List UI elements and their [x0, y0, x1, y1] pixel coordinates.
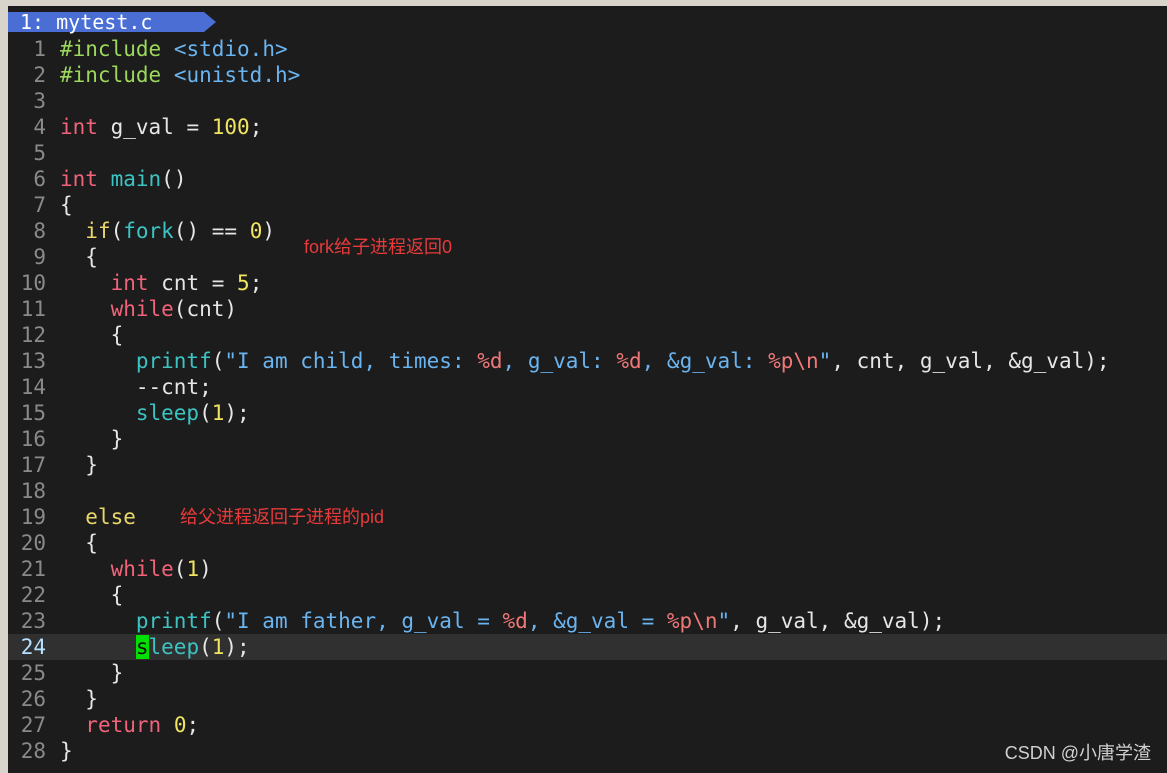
line-number: 22	[20, 583, 46, 607]
line-number: 1	[33, 37, 46, 61]
code-line[interactable]: 13 printf("I am child, times: %d, g_val:…	[8, 348, 1167, 374]
code-text[interactable]: while(1)	[60, 557, 212, 581]
text-cursor: s	[135, 635, 149, 659]
line-number: 28	[20, 739, 46, 763]
annotation-fork-parent: 给父进程返回子进程的pid	[180, 507, 385, 527]
code-text[interactable]: }	[60, 427, 124, 451]
code-line[interactable]: 6 int main()	[8, 166, 1167, 192]
code-text[interactable]: }	[60, 687, 98, 711]
code-line[interactable]: 26 }	[8, 686, 1167, 712]
line-number: 13	[20, 349, 46, 373]
code-line[interactable]: 22 {	[8, 582, 1167, 608]
line-number: 21	[20, 557, 46, 581]
code-line[interactable]: 25 }	[8, 660, 1167, 686]
code-line[interactable]: 9 {	[8, 244, 1167, 270]
code-line[interactable]: 17 }	[8, 452, 1167, 478]
code-text[interactable]: sleep(1);	[60, 635, 250, 659]
line-number: 16	[20, 427, 46, 451]
line-number: 11	[20, 297, 46, 321]
code-text[interactable]: else	[60, 505, 136, 529]
code-text[interactable]: {	[60, 323, 124, 347]
code-line[interactable]: 3	[8, 88, 1167, 114]
line-number: 20	[20, 531, 46, 555]
code-line[interactable]: 27 return 0;	[8, 712, 1167, 738]
code-line[interactable]: 24 sleep(1);	[8, 634, 1167, 660]
code-line[interactable]: 10 int cnt = 5;	[8, 270, 1167, 296]
line-number: 6	[33, 167, 46, 191]
line-number: 18	[20, 479, 46, 503]
code-text[interactable]: #include <unistd.h>	[60, 63, 300, 87]
code-text[interactable]: }	[60, 739, 73, 763]
code-text[interactable]: {	[60, 193, 73, 217]
line-number: 9	[33, 245, 46, 269]
code-line[interactable]: 1 #include <stdio.h>	[8, 36, 1167, 62]
code-text[interactable]: sleep(1);	[60, 401, 250, 425]
line-number: 7	[33, 193, 46, 217]
code-line[interactable]: 5	[8, 140, 1167, 166]
code-line[interactable]: 21 while(1)	[8, 556, 1167, 582]
tabline-fill	[218, 12, 1167, 32]
line-number: 12	[20, 323, 46, 347]
code-text[interactable]: #include <stdio.h>	[60, 37, 288, 61]
code-text[interactable]: if(fork() == 0)	[60, 219, 275, 243]
code-line[interactable]: 11 while(cnt)	[8, 296, 1167, 322]
code-line[interactable]: 15 sleep(1);	[8, 400, 1167, 426]
code-text[interactable]: {	[60, 583, 124, 607]
line-number: 19	[20, 505, 46, 529]
code-text[interactable]: int cnt = 5;	[60, 271, 263, 295]
line-number: 14	[20, 375, 46, 399]
code-line[interactable]: 7{	[8, 192, 1167, 218]
code-line[interactable]: 16 }	[8, 426, 1167, 452]
annotation-fork-child: fork给子进程返回0	[304, 237, 453, 257]
code-text[interactable]: printf("I am child, times: %d, g_val: %d…	[60, 349, 1110, 373]
line-number: 15	[20, 401, 46, 425]
code-text[interactable]: {	[60, 245, 98, 269]
code-line[interactable]: 8 if(fork() == 0)	[8, 218, 1167, 244]
code-text[interactable]: int g_val = 100;	[60, 115, 262, 139]
line-number: 10	[20, 271, 46, 295]
code-text[interactable]: }	[60, 661, 124, 685]
line-number: 4	[33, 115, 46, 139]
line-number: 23	[20, 609, 46, 633]
code-line[interactable]: 28}	[8, 738, 1167, 764]
tab-arrow-icon	[204, 12, 216, 32]
code-text[interactable]: int main()	[60, 167, 186, 191]
tabline: 1: mytest.c	[8, 6, 1167, 32]
line-number: 3	[33, 89, 46, 113]
code-line[interactable]: 2 #include <unistd.h>	[8, 62, 1167, 88]
code-line[interactable]: 18	[8, 478, 1167, 504]
code-text[interactable]: while(cnt)	[60, 297, 237, 321]
code-line[interactable]: 12 {	[8, 322, 1167, 348]
code-text[interactable]: }	[60, 453, 98, 477]
code-line[interactable]: 4 int g_val = 100;	[8, 114, 1167, 140]
tab-mytest-c[interactable]: 1: mytest.c	[8, 12, 204, 32]
line-number: 25	[20, 661, 46, 685]
line-number: 27	[20, 713, 46, 737]
code-line[interactable]: 20 {	[8, 530, 1167, 556]
code-area[interactable]: 1 #include <stdio.h> 2 #include <unistd.h> 3…	[8, 36, 1167, 764]
line-number: 2	[33, 63, 46, 87]
code-line[interactable]: 23 printf("I am father, g_val = %d, &g_v…	[8, 608, 1167, 634]
line-number: 24	[20, 635, 46, 659]
line-number: 17	[20, 453, 46, 477]
code-text[interactable]: {	[60, 531, 98, 555]
line-number: 8	[33, 219, 46, 243]
watermark: CSDN @小唐学渣	[1004, 743, 1151, 763]
line-number: 5	[33, 141, 46, 165]
code-line[interactable]: 14 --cnt;	[8, 374, 1167, 400]
code-text[interactable]: printf("I am father, g_val = %d, &g_val …	[60, 609, 945, 633]
line-number: 26	[20, 687, 46, 711]
code-text[interactable]: return 0;	[60, 713, 199, 737]
code-text[interactable]: --cnt;	[60, 375, 212, 399]
